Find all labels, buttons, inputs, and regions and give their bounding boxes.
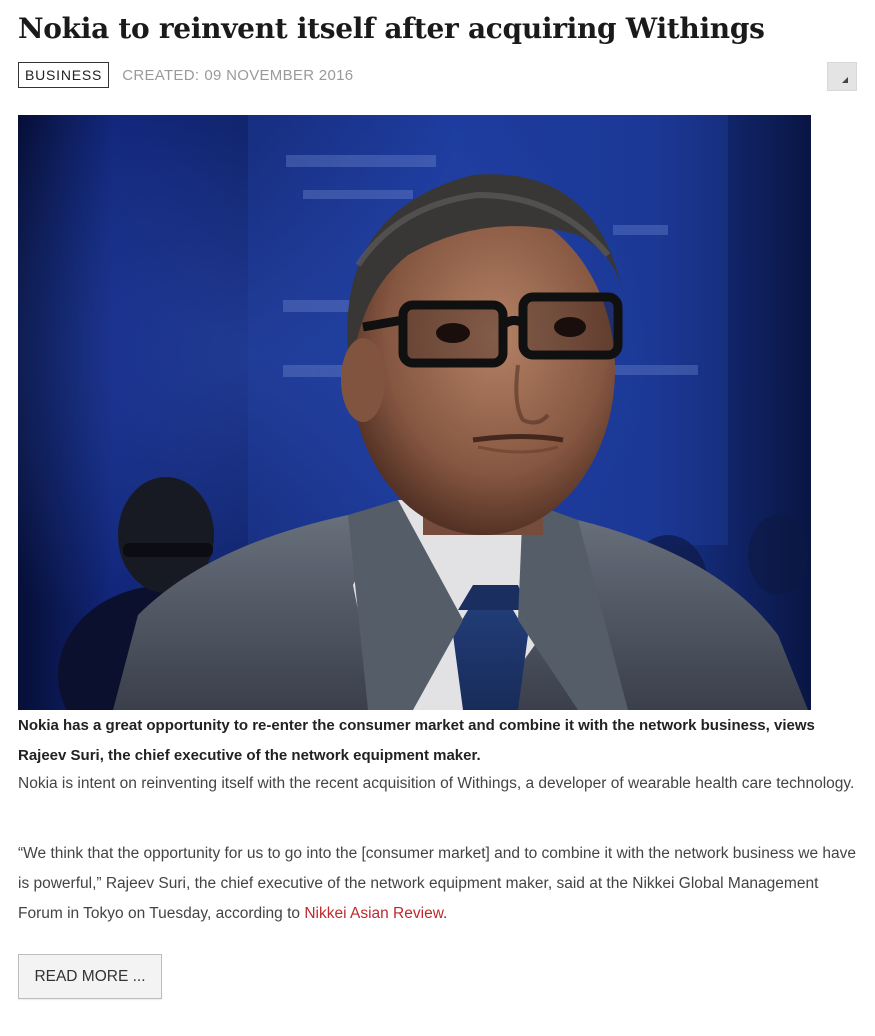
article-title: Nokia to reinvent itself after acquiring…	[18, 12, 765, 45]
read-more-button[interactable]: READ MORE ...	[18, 954, 162, 999]
source-link[interactable]: Nikkei Asian Review	[304, 905, 443, 922]
resize-corner-icon	[842, 77, 848, 83]
article-image	[18, 115, 811, 710]
created-date: CREATED: 09 NOVEMBER 2016	[122, 67, 353, 84]
article-paragraph-2: “We think that the opportunity for us to…	[18, 839, 858, 929]
image-caption: Nokia has a great opportunity to re-ente…	[18, 717, 815, 764]
created-label: CREATED:	[122, 66, 200, 84]
article: Nokia to reinvent itself after acquiring…	[0, 0, 875, 1036]
article-meta: BUSINESS CREATED: 09 NOVEMBER 2016	[18, 62, 353, 88]
portrait-illustration	[18, 115, 811, 710]
article-paragraph-1: Nokia is intent on reinventing itself wi…	[18, 775, 855, 792]
resize-button[interactable]	[827, 62, 857, 91]
paragraph-2-end: .	[443, 905, 448, 922]
category-badge[interactable]: BUSINESS	[18, 62, 110, 88]
created-date-value: 09 NOVEMBER 2016	[204, 66, 354, 84]
